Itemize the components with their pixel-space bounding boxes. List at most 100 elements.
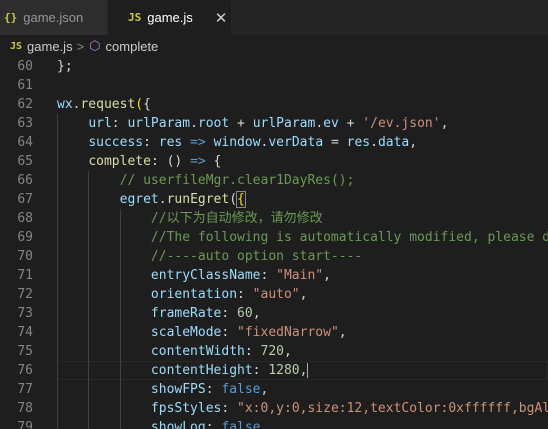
code-token: 60 [237, 306, 253, 321]
line-number: 77 [17, 382, 33, 397]
line-code: success: res => window.verData = res.dat… [57, 133, 417, 152]
code-token: showFPS [150, 382, 206, 397]
code-token: verData [268, 135, 324, 150]
code-line[interactable]: 68 //以下为自动修改，请勿修改 [0, 209, 548, 228]
code-token: : [205, 420, 222, 429]
code-line[interactable]: 70 //----auto option start---- [0, 247, 548, 266]
code-token: , [323, 268, 331, 283]
line-number: 78 [17, 401, 33, 416]
line-number: 67 [17, 192, 33, 207]
line-number: 62 [17, 97, 33, 112]
code-line[interactable]: 79 showLog: false, [0, 418, 548, 429]
code-token: { [236, 191, 246, 208]
code-token: false [221, 420, 261, 429]
js-file-icon: JS [128, 11, 142, 24]
line-code: egret.runEgret({ [57, 190, 246, 209]
code-line[interactable]: 69 //The following is automatically modi… [0, 228, 548, 247]
line-number: 76 [17, 363, 33, 378]
code-token: //The following is automatically modifie… [150, 230, 548, 245]
close-icon[interactable]: ✕ [215, 9, 228, 27]
code-token: ev [323, 116, 339, 131]
code-token: data [377, 135, 410, 150]
breadcrumb: JS game.js > ⬡ complete [0, 35, 548, 57]
code-token: contentHeight [150, 363, 253, 378]
code-token: }; [57, 59, 73, 74]
method-cube-icon: ⬡ [89, 38, 101, 53]
line-code: scaleMode: "fixedNarrow", [57, 323, 347, 342]
line-number: 66 [17, 173, 33, 188]
js-file-icon: JS [10, 40, 23, 52]
code-token: + [229, 116, 253, 131]
line-code: //The following is automatically modifie… [57, 228, 548, 247]
code-token: , [299, 287, 308, 302]
line-code: fpsStyles: "x:0,y:0,size:12,textColor:0x… [57, 399, 548, 418]
code-token: = [323, 135, 347, 150]
code-token: : [143, 135, 159, 150]
code-token: res [346, 135, 371, 150]
code-token: //以下为自动修改，请勿修改 [150, 211, 323, 226]
line-code: //----auto option start---- [57, 247, 362, 266]
line-number: 70 [17, 249, 33, 264]
code-token: complete [88, 154, 151, 169]
code-line[interactable]: 63 url: urlParam.root + urlParam.ev + '/… [0, 114, 548, 133]
code-token: urlParam [252, 116, 316, 131]
code-token: , [440, 116, 449, 131]
code-line[interactable]: 61 [0, 76, 548, 95]
code-line[interactable]: 74 scaleMode: "fixedNarrow", [0, 323, 548, 342]
code-line[interactable]: 64 success: res => window.verData = res.… [0, 133, 548, 152]
tab-game-js[interactable]: JS game.js ✕ [108, 0, 232, 35]
code-line[interactable]: 66 // userfileMgr.clear1DayRes(); [0, 171, 548, 190]
code-token: entryClassName [150, 268, 261, 283]
code-line[interactable]: 65 complete: () => { [0, 152, 548, 171]
code-token: 720 [260, 344, 284, 359]
code-line[interactable]: 72 orientation: "auto", [0, 285, 548, 304]
code-line[interactable]: 60}; [0, 57, 548, 76]
code-line[interactable]: 62 wx.request({ [0, 95, 548, 114]
code-token: , [260, 382, 269, 397]
code-token: : [221, 325, 238, 340]
code-line[interactable]: 77 showFPS: false, [0, 380, 548, 399]
line-number: 71 [17, 268, 33, 283]
code-token: + [338, 116, 363, 131]
code-token: . [370, 135, 378, 150]
code-token: "fixedNarrow" [237, 325, 339, 340]
indent-guide [119, 209, 121, 429]
code-token: : [221, 306, 238, 321]
json-file-icon: {} [4, 11, 18, 24]
code-line[interactable]: 71 entryClassName: "Main", [0, 266, 548, 285]
line-number: 65 [17, 154, 33, 169]
code-token: "auto" [252, 287, 300, 302]
tab-game-json[interactable]: {} game.json [0, 0, 108, 35]
line-number: 69 [17, 230, 33, 245]
code-token: contentWidth [150, 344, 245, 359]
code-line[interactable]: 67 egret.runEgret({ [0, 190, 548, 209]
line-code: url: urlParam.root + urlParam.ev + '/ev.… [57, 114, 448, 133]
code-token: // userfileMgr.clear1DayRes(); [119, 173, 355, 188]
code-token: 1280 [268, 363, 300, 378]
code-token: "x:0,y:0,size:12,textColor:0xffffff,bgAl… [237, 401, 548, 416]
line-code: entryClassName: "Main", [57, 266, 331, 285]
code-editor[interactable]: 60}; 61 62 wx.request({63 url: urlParam.roo… [0, 57, 548, 429]
code-token: : [244, 344, 261, 359]
code-token: : () [150, 154, 191, 169]
code-token: . [315, 116, 324, 131]
tab-label: game.json [23, 10, 84, 25]
code-token: { [205, 154, 222, 169]
code-token: : [111, 116, 128, 131]
line-code: contentWidth: 720, [57, 342, 292, 361]
code-token: : [260, 268, 277, 283]
chevron-right-icon: > [76, 38, 85, 54]
breadcrumb-file[interactable]: game.js [27, 39, 73, 54]
code-line[interactable]: 73 frameRate: 60, [0, 304, 548, 323]
code-line[interactable]: 75 contentWidth: 720, [0, 342, 548, 361]
breadcrumb-symbol[interactable]: complete [106, 39, 159, 54]
line-number: 79 [17, 420, 33, 429]
code-line[interactable]: 76 contentHeight: 1280, [0, 361, 548, 380]
code-line[interactable]: 78 fpsStyles: "x:0,y:0,size:12,textColor… [0, 399, 548, 418]
